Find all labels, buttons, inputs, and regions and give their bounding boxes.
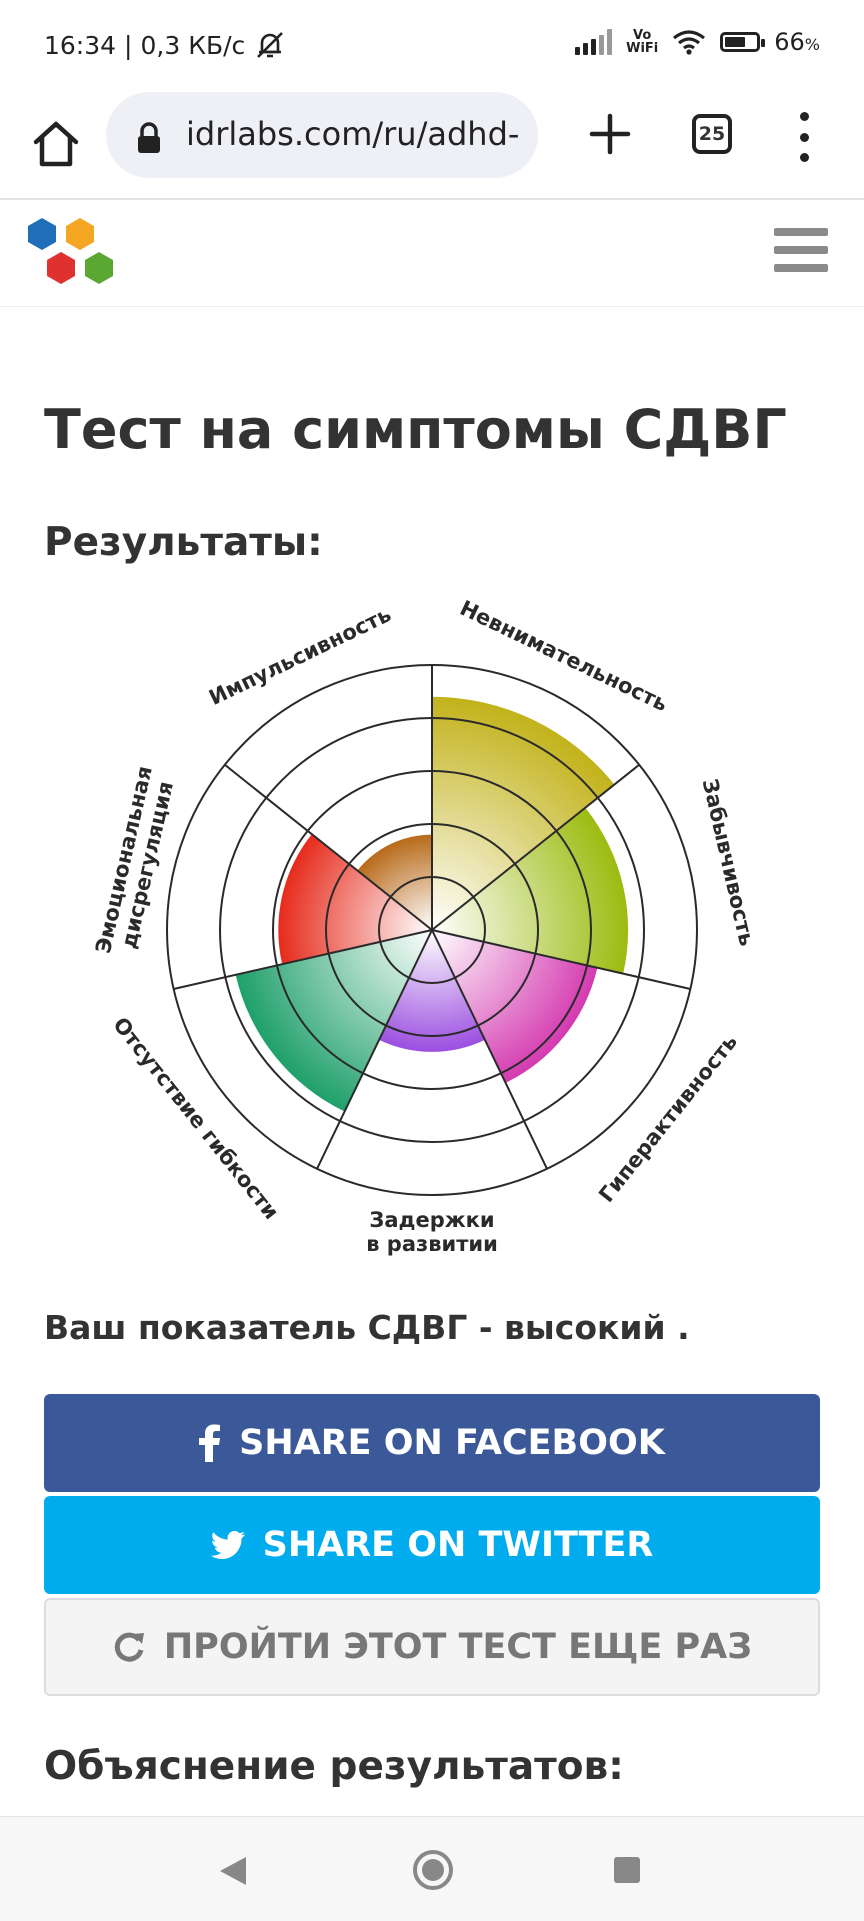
retake-test-button[interactable]: ПРОЙТИ ЭТОТ ТЕСТ ЕЩЕ РАЗ [44,1598,820,1696]
bell-muted-icon [257,32,284,58]
chart-label-line: Гиперактивность [594,1030,742,1207]
share-facebook-label: SHARE ON FACEBOOK [239,1423,665,1463]
page-title: Тест на симптомы СДВГ [44,398,787,461]
recents-icon[interactable] [614,1857,640,1883]
twitter-icon [210,1531,245,1559]
adhd-results-chart: Невнимательность Забывчивость Гиперактивно… [91,600,759,1256]
score-text: Ваш показатель СДВГ - высокий . [44,1308,690,1347]
system-nav-bar [0,1816,864,1921]
home-icon[interactable] [26,114,86,174]
chart-category-label: Невнимательность [456,600,671,716]
vowifi-bottom: WiFi [626,41,659,56]
status-right: Vo WiFi 66% [575,28,820,56]
share-facebook-button[interactable]: SHARE ON FACEBOOK [44,1394,820,1492]
lock-icon [138,122,160,153]
chart-label-line: Импульсивность [205,602,395,710]
tabs-count-button[interactable]: 25 [692,114,732,154]
chart-label-line: Невнимательность [456,600,671,716]
vowifi-indicator: Vo WiFi [626,29,658,55]
site-header [0,200,864,307]
signal-icon [575,29,613,55]
network-speed: 0,3 КБ/с [140,30,246,60]
battery-icon [720,32,766,52]
explanation-heading: Объяснение результатов: [44,1744,624,1789]
idrlabs-logo[interactable] [20,214,124,294]
chart-label-line: Задержки [369,1208,494,1232]
results-heading: Результаты: [44,520,323,565]
chart-category-label: Гиперактивность [594,1030,742,1207]
browser-toolbar: idrlabs.com/ru/adhd- 25 [0,92,864,200]
hamburger-menu-icon[interactable] [774,228,828,272]
share-twitter-label: SHARE ON TWITTER [262,1525,654,1565]
chart-label-line: Забывчивость [698,776,759,948]
status-bar: 16:34 | 0,3 КБ/с Vo WiFi 66% [0,0,864,92]
chart-category-label: Импульсивность [205,602,395,710]
refresh-icon [114,1632,144,1662]
wifi-icon [673,30,706,55]
back-icon[interactable] [218,1855,248,1887]
status-left: 16:34 | 0,3 КБ/с [44,30,287,60]
status-time: 16:34 [44,30,117,60]
chart-label-line: Отсутствие гибкости [108,1013,283,1224]
chart-label-line: в развитии [366,1232,498,1256]
address-bar[interactable]: idrlabs.com/ru/adhd- [106,92,538,178]
retake-test-label: ПРОЙТИ ЭТОТ ТЕСТ ЕЩЕ РАЗ [163,1627,753,1667]
chart-category-label: Забывчивость [698,776,759,948]
chart-category-label: Отсутствие гибкости [108,1013,283,1224]
url-text[interactable]: idrlabs.com/ru/adhd- [186,115,526,153]
more-vert-icon[interactable] [792,112,816,162]
chart-category-label: Задержкив развитии [366,1208,498,1256]
status-separator: | [124,30,133,60]
new-tab-plus-icon[interactable] [580,104,640,164]
facebook-icon [199,1424,221,1462]
home-circle-icon[interactable] [412,1849,454,1891]
share-twitter-button[interactable]: SHARE ON TWITTER [44,1496,820,1594]
battery-percent: 66% [774,28,820,56]
